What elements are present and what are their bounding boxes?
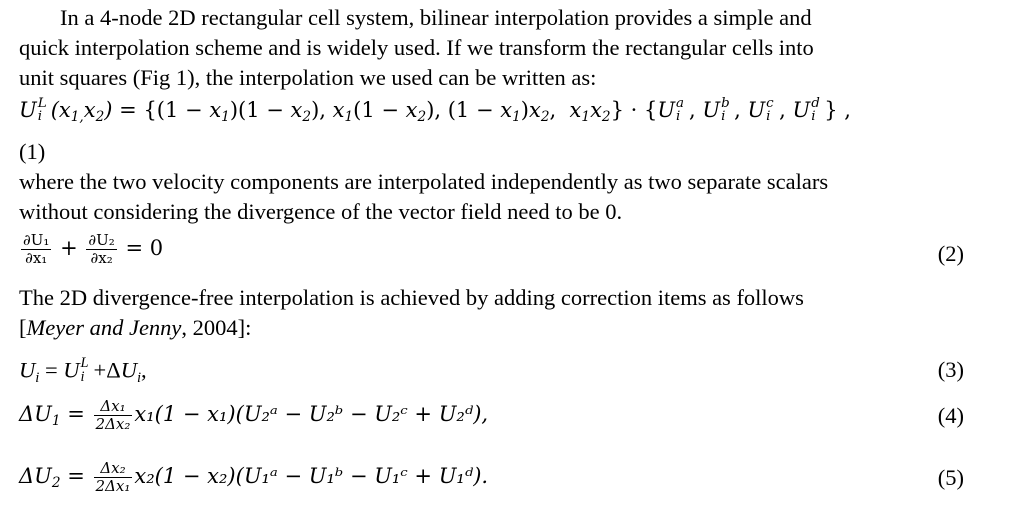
eq4-frac-num: Δx₁ — [93, 398, 133, 416]
citation-open-bracket: [ — [19, 315, 27, 340]
paragraph-1-line-3: unit squares (Fig 1), the interpolation … — [19, 65, 597, 90]
equation-3: Ui = U Li +ΔUi, — [19, 354, 147, 386]
equation-2: ∂U₁ ∂x₁ + ∂U₂ ∂x₂ = 0 — [21, 231, 164, 267]
eq2-frac1-den: ∂x₁ — [25, 249, 48, 267]
paragraph-1-line-2: quick interpolation scheme and is widely… — [19, 35, 814, 60]
equation-1: U Li (x1,x2) = {(1 − x1)(1 − x2), x1(1 − x… — [19, 95, 851, 126]
paragraph-2-line-1: where the two velocity components are in… — [19, 169, 829, 194]
eq2-frac2-num: ∂U₂ — [86, 231, 117, 250]
eq4-body: x₁(1 − x₁)(U₂ᵃ − U₂ᵇ − U₂ᶜ + U₂ᵈ), — [134, 402, 489, 426]
equation-5-number: (5) — [937, 465, 964, 490]
equation-2-number: (2) — [937, 241, 964, 266]
equation-4-number: (4) — [937, 403, 964, 428]
paragraph-1-line-1: In a 4-node 2D rectangular cell system, … — [60, 5, 812, 30]
eq2-frac1-num: ∂U₁ — [21, 231, 52, 250]
citation-year: , 2004]: — [181, 315, 252, 340]
paragraph-2-line-2: without considering the divergence of th… — [19, 199, 623, 224]
equation-5: ΔU2 = Δx₂ 2Δx₁ x₂(1 − x₂)(U₁ᵃ − U₁ᵇ − U₁ᶜ … — [19, 459, 489, 495]
equation-1-number: (1) — [19, 139, 46, 164]
citation-authors: Meyer and Jenny — [26, 315, 182, 340]
paragraph-3-line-2: [Meyer and Jenny, 2004]: — [19, 314, 251, 342]
eq5-frac-num: Δx₂ — [93, 460, 133, 478]
equation-3-number: (3) — [937, 357, 964, 382]
eq5-body: x₂(1 − x₂)(U₁ᵃ − U₁ᵇ − U₁ᶜ + U₁ᵈ). — [134, 464, 489, 488]
eq2-rhs: = 0 — [125, 236, 164, 260]
paragraph-3-line-1: The 2D divergence-free interpolation is … — [19, 285, 804, 310]
eq4-frac-den: 2Δx₂ — [95, 415, 131, 433]
eq2-frac2-den: ∂x₂ — [90, 249, 113, 267]
equation-4: ΔU1 = Δx₁ 2Δx₂ x₁(1 − x₁)(U₂ᵃ − U₂ᵇ − U₂ᶜ … — [19, 397, 489, 433]
eq5-frac-den: 2Δx₁ — [95, 477, 131, 495]
